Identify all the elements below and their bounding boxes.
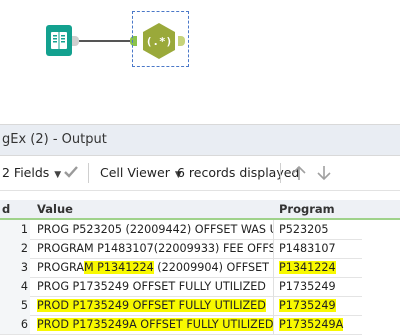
- program-cell[interactable]: P523205: [274, 220, 362, 239]
- column-header-value[interactable]: Value: [37, 202, 73, 216]
- column-header-program[interactable]: Program: [279, 202, 335, 216]
- value-cell[interactable]: PROD P1735249 OFFSET FULLY UTILIZED: [33, 296, 273, 315]
- value-cell[interactable]: PROG P523205 (22009442) OFFSET WAS UTILI…: [33, 220, 273, 239]
- program-cell[interactable]: P1735249: [274, 277, 362, 296]
- fields-dropdown[interactable]: 2 Fields ▼: [2, 165, 61, 180]
- table-row[interactable]: 3 PROGRAM P1341224 (22009904) OFFSET FUL…: [0, 258, 362, 278]
- cell-viewer-dropdown[interactable]: Cell Viewer ▼: [100, 165, 182, 180]
- chevron-down-icon: ▼: [54, 170, 62, 180]
- cell-viewer-label: Cell Viewer: [100, 165, 170, 180]
- table-row[interactable]: 4 PROG P1735249 OFFSET FULLY UTILIZED P1…: [0, 277, 362, 297]
- record-number: 1: [0, 220, 30, 239]
- results-panel: gEx (2) - Output 2 Fields ▼ Cell Viewer ▼ …: [0, 124, 400, 335]
- table-row[interactable]: 5 PROD P1735249 OFFSET FULLY UTILIZED P1…: [0, 296, 362, 316]
- program-cell[interactable]: P1735249: [274, 296, 362, 315]
- results-toolbar: 2 Fields ▼ Cell Viewer ▼ 6 records display…: [0, 156, 400, 191]
- input-data-tool[interactable]: [46, 25, 72, 56]
- toolbar-divider: [280, 163, 281, 183]
- fields-dropdown-label: 2 Fields: [2, 165, 50, 180]
- highlighted-program: P1735249: [279, 299, 336, 312]
- toolbar-divider: [88, 163, 89, 183]
- program-cell[interactable]: P1341224: [274, 258, 362, 277]
- highlighted-match: M P1341224: [83, 261, 154, 274]
- table-header: d Value Program: [0, 200, 400, 220]
- record-number: 2: [0, 239, 30, 258]
- regex-hexagon-icon[interactable]: (.*): [141, 22, 177, 60]
- highlighted-match: PROD P1735249A OFFSET FULLY UTILIZED: [37, 318, 273, 331]
- value-cell[interactable]: PROD P1735249A OFFSET FULLY UTILIZED: [33, 315, 273, 334]
- value-cell[interactable]: PROGRAM P1483107(22009933) FEE OFFSET PA…: [33, 239, 273, 258]
- regex-tool-output-anchor[interactable]: [178, 36, 185, 46]
- results-panel-title: gEx (2) - Output: [2, 132, 107, 147]
- connection-line[interactable]: [79, 40, 131, 42]
- results-panel-header: gEx (2) - Output: [0, 125, 400, 156]
- program-cell[interactable]: P1735249A: [274, 315, 362, 334]
- record-number: 5: [0, 296, 30, 315]
- record-number: 6: [0, 315, 30, 334]
- workflow-canvas[interactable]: (.*): [0, 0, 400, 124]
- record-number: 4: [0, 277, 30, 296]
- table-row[interactable]: 2 PROGRAM P1483107(22009933) FEE OFFSET …: [0, 239, 362, 259]
- value-text: PROGRA: [37, 261, 84, 274]
- record-number: 3: [0, 258, 30, 277]
- value-text: (22009904) OFFSET FULLY...: [157, 261, 273, 274]
- input-tool-output-anchor[interactable]: [72, 36, 79, 46]
- checkmark-icon[interactable]: [62, 163, 80, 181]
- highlighted-match: PROD P1735249 OFFSET FULLY UTILIZED: [37, 299, 266, 312]
- arrow-up-icon[interactable]: [290, 163, 308, 183]
- value-cell[interactable]: PROG P1735249 OFFSET FULLY UTILIZED: [33, 277, 273, 296]
- program-cell[interactable]: P1483107: [274, 239, 362, 258]
- regex-tool-symbol: (.*): [146, 35, 173, 48]
- table-row[interactable]: 6 PROD P1735249A OFFSET FULLY UTILIZED P…: [0, 315, 362, 335]
- highlighted-program: P1341224: [279, 261, 336, 274]
- column-header-record[interactable]: d: [2, 202, 10, 216]
- arrow-down-icon[interactable]: [315, 163, 333, 183]
- records-displayed-text: 6 records displayed: [177, 165, 300, 180]
- highlighted-program: P1735249A: [279, 318, 344, 331]
- book-icon: [51, 32, 67, 49]
- value-cell[interactable]: PROGRAM P1341224 (22009904) OFFSET FULLY…: [33, 258, 273, 277]
- table-row[interactable]: 1 PROG P523205 (22009442) OFFSET WAS UTI…: [0, 220, 362, 240]
